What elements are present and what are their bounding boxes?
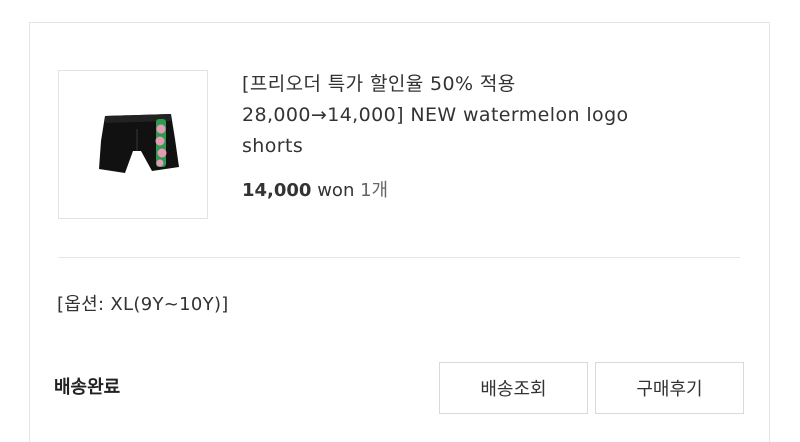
price-quantity: 14,000 won 1개 — [242, 176, 388, 202]
track-delivery-button[interactable]: 배송조회 — [439, 362, 588, 414]
divider — [58, 257, 740, 258]
order-status: 배송완료 — [54, 377, 121, 398]
shorts-image — [99, 114, 179, 173]
price-amount: 14,000 — [242, 180, 312, 201]
product-name-line2: 28,000→14,000] NEW watermelon logo — [242, 104, 629, 126]
order-item-card: [프리오더 특가 할인율 50% 적용 28,000→14,000] NEW w… — [29, 22, 770, 442]
quantity: 1개 — [360, 180, 389, 201]
product-name-line3: shorts — [242, 135, 304, 157]
product-name-line1: [프리오더 특가 할인율 50% 적용 — [242, 73, 516, 95]
product-thumbnail[interactable] — [58, 70, 208, 219]
option-text: [옵션: XL(9Y~10Y)] — [57, 294, 229, 315]
price-currency: won — [317, 180, 355, 201]
write-review-button[interactable]: 구매후기 — [595, 362, 744, 414]
product-name[interactable]: [프리오더 특가 할인율 50% 적용 28,000→14,000] NEW w… — [242, 69, 742, 162]
